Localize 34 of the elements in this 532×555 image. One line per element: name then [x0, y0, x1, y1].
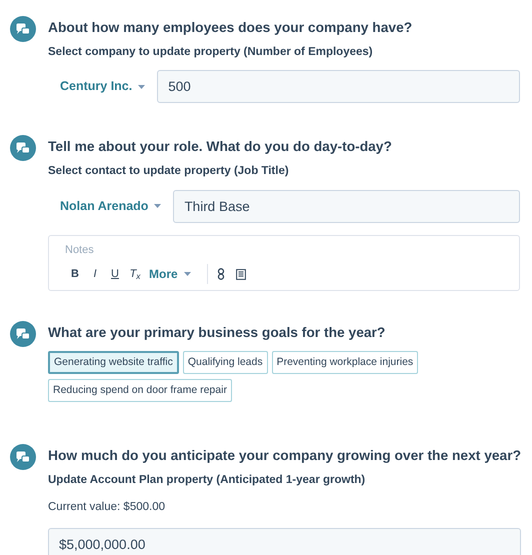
clear-format-button[interactable]: T$_{x}$ — [125, 266, 145, 282]
question-title: How much do you anticipate your company growing over the next year? — [48, 447, 522, 465]
link-icon — [217, 268, 226, 280]
property-input[interactable]: Third Base — [173, 190, 520, 222]
italic-button[interactable]: I — [85, 266, 105, 282]
record-picker[interactable]: Nolan Arenado — [48, 196, 174, 216]
question-title: Tell me about your role. What do you do day-to-day? — [48, 138, 393, 156]
goal-tag[interactable]: Preventing workplace injuries — [272, 351, 418, 374]
more-dropdown[interactable]: More — [145, 265, 195, 283]
document-icon — [236, 268, 246, 280]
goal-tag[interactable]: Qualifying leads — [182, 351, 268, 374]
chat-bubbles-icon — [10, 321, 36, 347]
caret-icon — [154, 204, 162, 208]
chat-bubbles-icon — [10, 16, 36, 42]
property-label: Update Account Plan property (Anticipated 1-year growth) — [48, 473, 366, 488]
property-input[interactable]: $5,000,000.00 — [48, 528, 522, 555]
property-label: Select company to update property (Number of Employees) — [48, 45, 374, 60]
goal-tag[interactable]: Generating website traffic — [48, 351, 179, 374]
bold-button[interactable]: B — [65, 266, 85, 282]
notes-placeholder: Notes — [65, 242, 95, 258]
current-value: Current value: $500.00 — [48, 500, 166, 516]
property-input[interactable]: 500 — [157, 70, 520, 104]
chat-bubbles-icon — [10, 135, 36, 162]
goal-tag[interactable]: Reducing spend on door frame repair — [48, 379, 232, 402]
caret-icon — [184, 272, 191, 276]
property-label: Select contact to update property (Job Title) — [48, 164, 290, 180]
chat-bubbles-icon — [10, 444, 36, 470]
notes-editor[interactable]: Notes B I U T$_{x}$ More — [48, 234, 520, 291]
caret-icon — [138, 84, 146, 89]
underline-button[interactable]: U — [105, 266, 125, 282]
record-picker[interactable]: Century Inc. — [48, 77, 158, 96]
link-button[interactable] — [206, 264, 227, 284]
question-title: About how many employees does your company have? — [48, 19, 414, 37]
question-title: What are your primary business goals for the year? — [48, 324, 386, 342]
